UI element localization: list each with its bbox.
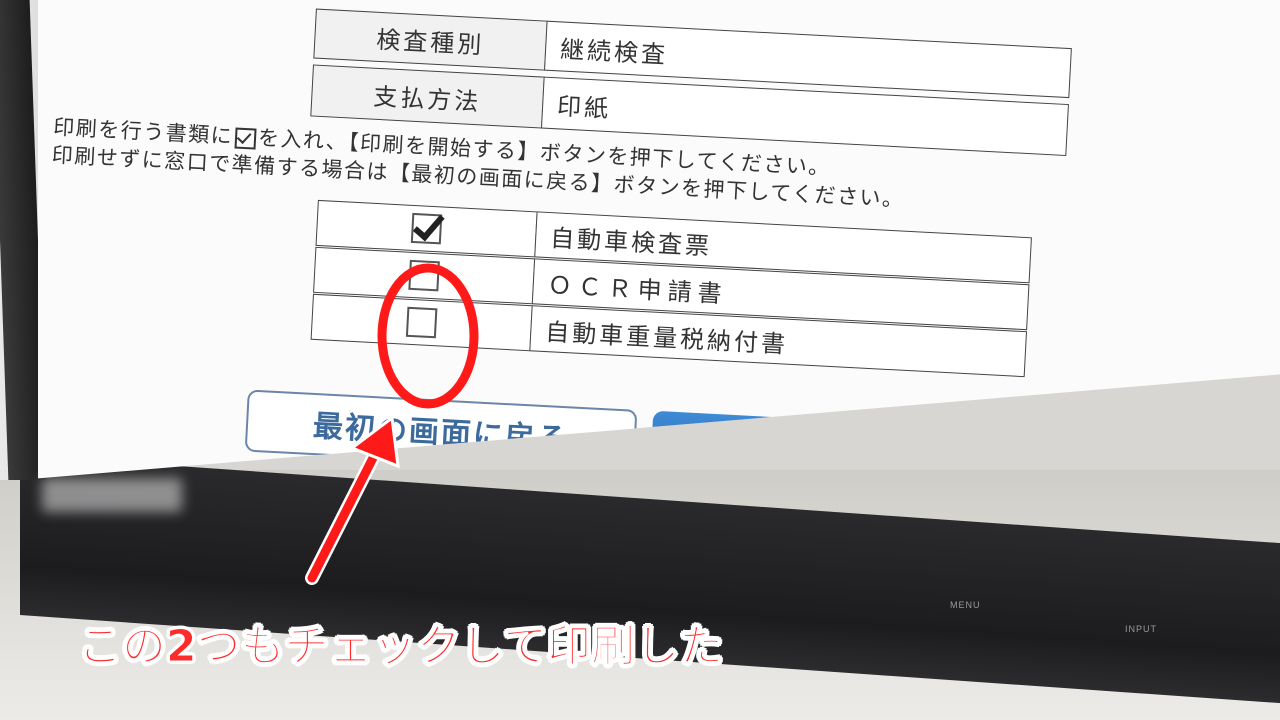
highlight-circle	[377, 263, 479, 409]
arrow-shaft	[307, 447, 381, 583]
annotation-caption: この2つもチェックして印刷した	[77, 621, 724, 673]
